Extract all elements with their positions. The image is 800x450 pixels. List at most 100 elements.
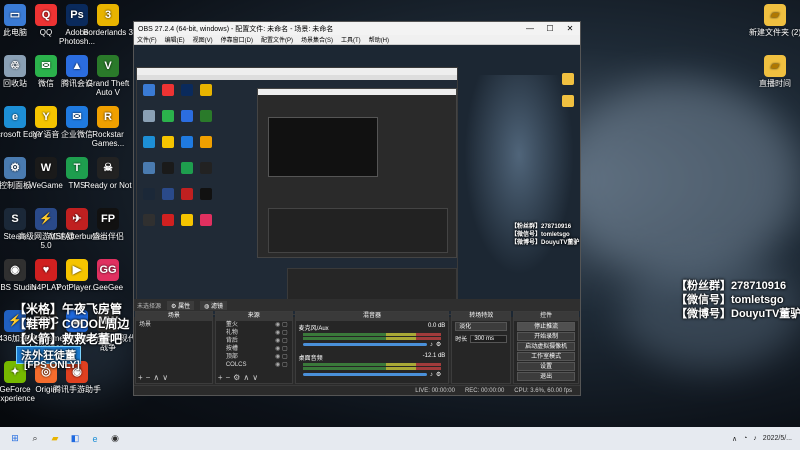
- preview-desktop-icon: [143, 214, 155, 226]
- preview-desktop-icon: [181, 162, 193, 174]
- scene-item[interactable]: 场景: [136, 321, 212, 329]
- windows-icon[interactable]: ⊞: [8, 432, 22, 446]
- source-label: 礼物: [225, 330, 238, 336]
- volume-slider[interactable]: [302, 343, 427, 346]
- preview-desktop-icon: [181, 188, 193, 200]
- minimize-icon[interactable]: —: [520, 24, 540, 33]
- desktop-icon[interactable]: V Grand Theft Auto V: [79, 55, 137, 97]
- source-item[interactable]: 礼物 ◉ ▢: [216, 329, 292, 337]
- mixer-channel: 桌面音频 -12.1 dB ♪ ⚙: [296, 351, 449, 381]
- sources-header: 来源: [215, 312, 292, 321]
- menu-item[interactable]: 停靠窗口(D): [221, 35, 253, 44]
- desktop-icon-label: 盛当伴侣: [92, 232, 124, 241]
- volume-icon[interactable]: ♪: [753, 435, 757, 442]
- control-button[interactable]: 设置: [517, 362, 575, 371]
- app-icon: GG: [97, 259, 119, 281]
- folder-icon: ▰: [764, 4, 786, 26]
- properties-button[interactable]: ⚙ 属性: [167, 300, 195, 310]
- desktop-icon-label: Ready or Not: [84, 181, 132, 190]
- obs-icon[interactable]: ◉: [108, 432, 122, 446]
- menu-item[interactable]: 文件(F): [137, 35, 157, 44]
- nested-preview: [136, 67, 458, 315]
- control-button[interactable]: 工作室模式: [517, 352, 575, 361]
- preview-desktop-icon: [143, 84, 155, 96]
- source-label: 董火: [225, 322, 238, 328]
- overlay-line-gift3: 【火箭】救救老董吧: [14, 332, 123, 346]
- search-icon[interactable]: ⌕: [28, 432, 42, 446]
- eye-icon[interactable]: ◉ ▢: [275, 361, 288, 369]
- preview-desktop-icon: [200, 136, 212, 148]
- desktop-icon-label: Grand Theft Auto V: [86, 79, 130, 97]
- source-label: 顶部: [225, 354, 238, 360]
- network-icon[interactable]: ◔: [743, 435, 747, 442]
- store-icon[interactable]: ◧: [68, 432, 82, 446]
- preview-desktop-icon: [200, 84, 212, 96]
- preview-folder-icon: [562, 95, 574, 107]
- eye-icon[interactable]: ◉ ▢: [275, 329, 288, 337]
- preview-overlay-weibo: 【微博号】DouyuTV董驴: [511, 240, 580, 246]
- sources-dock-controls[interactable]: +−⚙∧∨: [218, 373, 261, 382]
- system-tray: ∧ ◔ ♪ 2022/5/...: [732, 435, 800, 443]
- obs-window[interactable]: OBS 27.2.4 (64-bit, windows) - 配置文件: 未命名…: [133, 21, 581, 396]
- eye-icon[interactable]: ◉ ▢: [275, 337, 288, 345]
- transition-select[interactable]: 淡化: [455, 322, 508, 331]
- volume-slider[interactable]: [302, 373, 427, 376]
- desktop-icon[interactable]: 3 Borderlands 3: [79, 4, 137, 37]
- wallpaper-cloud: [560, 80, 800, 280]
- speaker-icon[interactable]: ♪: [430, 342, 433, 348]
- transitions-header: 转场特效: [452, 312, 511, 321]
- source-item[interactable]: 背后 ◉ ▢: [216, 337, 292, 345]
- preview-desktop-icon: [143, 110, 155, 122]
- eye-icon[interactable]: ◉ ▢: [275, 321, 288, 329]
- app-icon: V: [97, 55, 119, 77]
- eye-icon[interactable]: ◉ ▢: [275, 353, 288, 361]
- menu-item[interactable]: 场景集合(S): [301, 35, 333, 44]
- desktop-icon-label: 腾讯手游助手: [53, 385, 101, 394]
- clock[interactable]: 2022/5/...: [763, 435, 792, 442]
- taskbar: ⊞ ⌕ ▰ ◧ e ◉ ∧ ◔ ♪ 2022/5/...: [0, 427, 800, 450]
- obs-preview[interactable]: 【粉丝群】278710916 【微信号】tomletsgo 【微博号】Douyu…: [134, 45, 580, 317]
- menu-item[interactable]: 视图(V): [193, 35, 213, 44]
- rec-status: REC: 00:00:00: [464, 387, 505, 394]
- desktop-icon[interactable]: GG GeeGee: [79, 259, 137, 292]
- mixer-channel-name: 桌面音频: [298, 356, 323, 362]
- source-item[interactable]: 董火 ◉ ▢: [216, 321, 292, 329]
- chevron-up-icon[interactable]: ∧: [732, 435, 737, 443]
- desktop-icon[interactable]: ☠ Ready or Not: [79, 157, 137, 190]
- preview-desktop-icon: [200, 110, 212, 122]
- file-explorer-icon[interactable]: ▰: [48, 432, 62, 446]
- desktop-icon-label: GeeGee: [92, 283, 124, 292]
- filters-button[interactable]: ◍ 滤镜: [200, 300, 227, 310]
- menu-item[interactable]: 配置文件(P): [261, 35, 293, 44]
- gear-icon[interactable]: ⚙: [436, 371, 441, 378]
- desktop-icon[interactable]: ▰ 新建文件夹 (2): [744, 4, 800, 37]
- duration-input[interactable]: 300 ms: [470, 334, 508, 343]
- menu-item[interactable]: 编辑(E): [165, 35, 185, 44]
- desktop-icon[interactable]: R Rockstar Games...: [79, 106, 137, 148]
- gear-icon[interactable]: ⚙: [436, 341, 441, 348]
- eye-icon[interactable]: ◉ ▢: [275, 345, 288, 353]
- preview-desktop-icon: [181, 136, 193, 148]
- source-item[interactable]: 按槽 ◉ ▢: [216, 345, 292, 353]
- menu-item[interactable]: 帮助(H): [369, 35, 389, 44]
- source-item[interactable]: 顶部 ◉ ▢: [216, 353, 292, 361]
- cpu-status: CPU: 3.6%, 60.00 fps: [514, 387, 572, 394]
- scenes-header: 场景: [136, 312, 212, 321]
- desktop-icon[interactable]: FP 盛当伴侣: [79, 208, 137, 241]
- close-icon[interactable]: ✕: [560, 24, 580, 33]
- source-item[interactable]: COLCS ◉ ▢: [216, 361, 292, 369]
- maximize-icon[interactable]: ☐: [540, 24, 560, 33]
- speaker-icon[interactable]: ♪: [430, 372, 433, 378]
- desktop-icon-label: 直播时间: [759, 79, 791, 88]
- control-button[interactable]: 开始录制: [517, 332, 575, 341]
- menu-item[interactable]: 工具(T): [341, 35, 361, 44]
- obs-titlebar[interactable]: OBS 27.2.4 (64-bit, windows) - 配置文件: 未命名…: [134, 22, 580, 35]
- edge-icon[interactable]: e: [88, 432, 102, 446]
- control-button[interactable]: 退出: [517, 372, 575, 381]
- control-button[interactable]: 启动虚拟摄像机: [517, 342, 575, 351]
- preview-folder-icon: [562, 73, 574, 85]
- desktop-icon[interactable]: ▰ 直播时间: [744, 55, 800, 88]
- control-button[interactable]: 停止推流: [517, 322, 575, 331]
- scenes-dock-controls[interactable]: +−∧∨: [138, 373, 171, 382]
- preview-desktop-icon: [200, 188, 212, 200]
